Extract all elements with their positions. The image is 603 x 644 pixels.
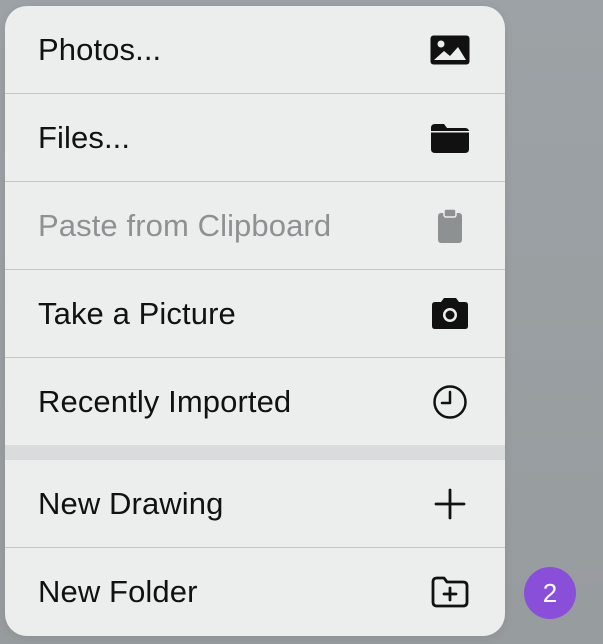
menu-item-photos[interactable]: Photos...: [5, 6, 505, 93]
photo-icon: [427, 30, 473, 70]
menu-item-label: Recently Imported: [38, 383, 292, 419]
menu-item-label: Files...: [38, 119, 131, 155]
notification-badge[interactable]: 2: [524, 567, 576, 619]
clipboard-icon: [427, 206, 473, 246]
camera-icon: [427, 294, 473, 334]
menu-item-label: Photos...: [38, 31, 162, 67]
folder-icon: [427, 118, 473, 158]
plus-icon: [427, 484, 473, 524]
menu-group-divider: [5, 445, 505, 460]
menu-item-take-a-picture[interactable]: Take a Picture: [5, 270, 505, 357]
menu-item-new-folder[interactable]: New Folder: [5, 548, 505, 636]
menu-item-label: New Folder: [38, 574, 198, 609]
menu-item-label: Take a Picture: [38, 295, 236, 331]
menu-item-files[interactable]: Files...: [5, 94, 505, 181]
menu-item-label: Paste from Clipboard: [38, 207, 332, 243]
backdrop: Photos... Files... Paste from Clipboard …: [0, 0, 603, 644]
menu-item-label: New Drawing: [38, 485, 224, 521]
context-menu: Photos... Files... Paste from Clipboard …: [5, 6, 505, 636]
menu-item-new-drawing[interactable]: New Drawing: [5, 460, 505, 547]
menu-item-recently-imported[interactable]: Recently Imported: [5, 358, 505, 445]
badge-count: 2: [542, 577, 558, 608]
folder-plus-icon: [427, 572, 473, 612]
menu-item-paste-from-clipboard: Paste from Clipboard: [5, 182, 505, 269]
clock-icon: [427, 382, 473, 422]
